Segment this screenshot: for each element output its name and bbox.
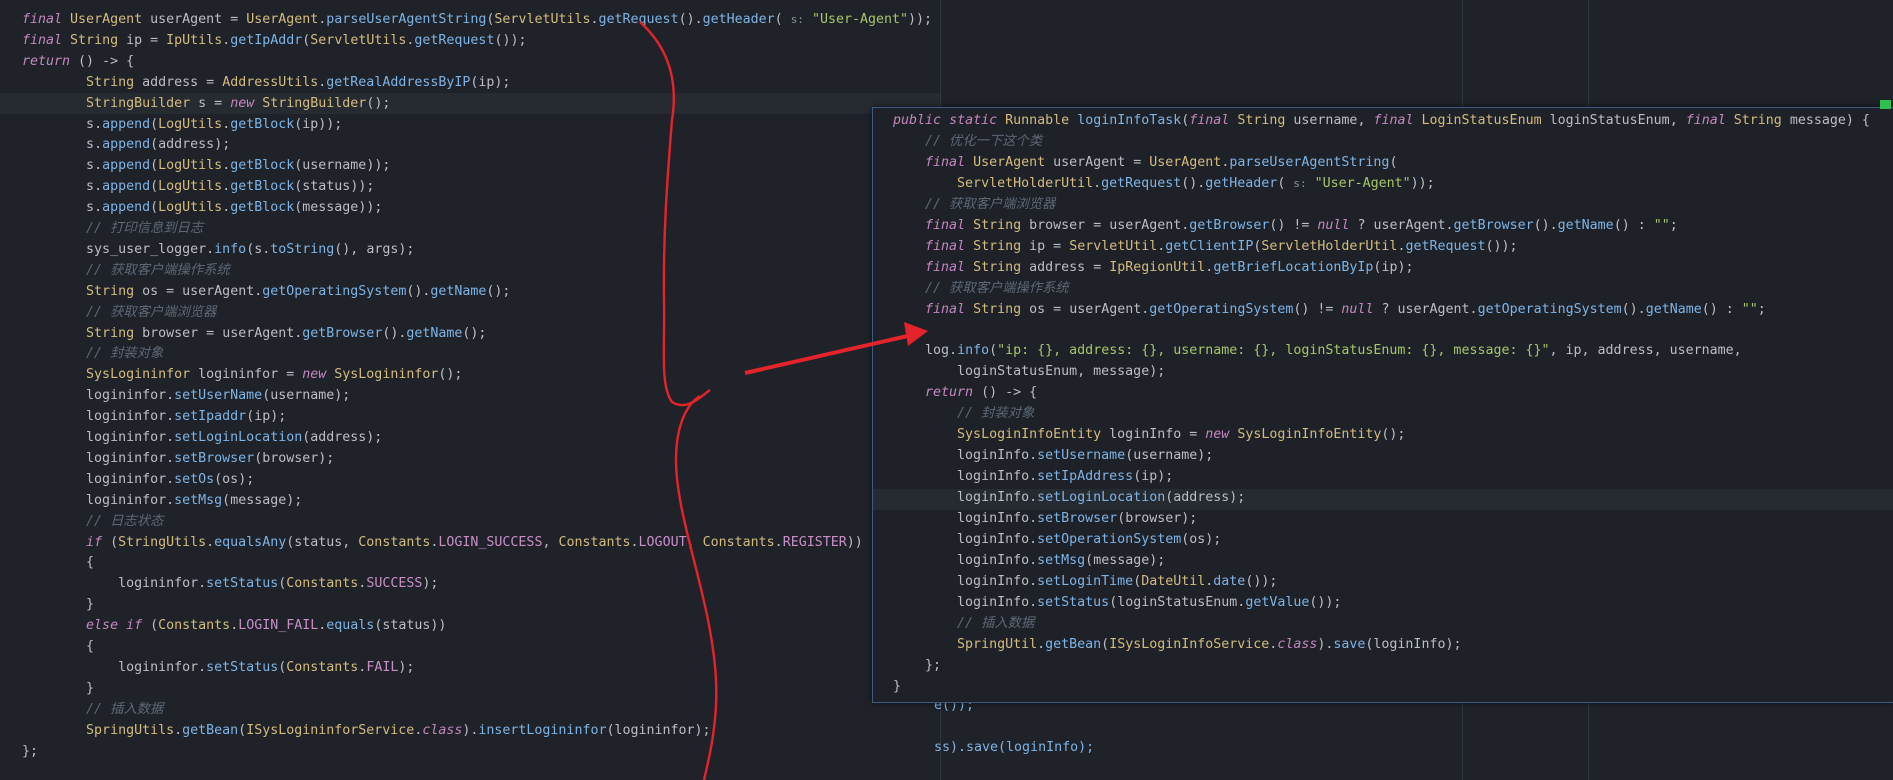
red-arrow-head-icon — [904, 322, 928, 346]
red-annotation-overlay — [639, 21, 928, 780]
red-hand-drawn-line — [674, 394, 718, 780]
red-hand-drawn-line — [639, 21, 711, 407]
red-arrow-shaft — [744, 333, 913, 375]
